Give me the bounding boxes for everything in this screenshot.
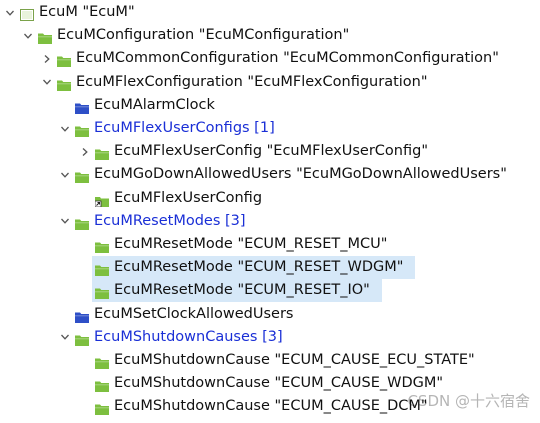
tree-item[interactable]: EcuMResetModes [3] xyxy=(0,210,540,233)
container-icon xyxy=(75,168,89,184)
container-icon xyxy=(75,331,89,346)
container-icon xyxy=(38,29,52,45)
tree-item[interactable]: EcuMShutdownCause "ECUM_CAUSE_ECU_STATE" xyxy=(0,349,540,372)
container-icon xyxy=(95,238,109,253)
chevron-down-icon[interactable] xyxy=(4,1,16,24)
chevron-right-icon[interactable] xyxy=(41,47,53,70)
tree-item-label: EcuMShutdownCauses [3] xyxy=(94,328,283,345)
tree-item-label: EcuMResetModes [3] xyxy=(94,212,246,229)
tree-item[interactable]: EcuMFlexUserConfigs [1] xyxy=(0,117,540,140)
tree-item-label: EcuMAlarmClock xyxy=(94,96,215,113)
tree-item-label: EcuMFlexConfiguration "EcuMFlexConfigura… xyxy=(76,73,428,90)
container-icon xyxy=(57,76,71,91)
chevron-down-icon[interactable] xyxy=(41,71,53,94)
container-icon xyxy=(95,145,109,161)
container-icon xyxy=(57,52,71,68)
tree-item-label: EcuMSetClockAllowedUsers xyxy=(94,305,294,322)
tree-item[interactable]: EcuMFlexUserConfig xyxy=(0,187,540,210)
tree-item[interactable]: EcuMAlarmClock xyxy=(0,94,540,117)
tree-item-label: EcuMFlexUserConfig "EcuMFlexUserConfig" xyxy=(114,143,428,160)
reference-icon xyxy=(94,192,109,207)
chevron-right-icon[interactable] xyxy=(79,140,91,163)
tree-item-label: EcuMConfiguration "EcuMConfiguration" xyxy=(57,27,350,44)
tree-item[interactable]: EcuMConfiguration "EcuMConfiguration" xyxy=(0,24,540,47)
tree-item[interactable]: EcuMResetMode "ECUM_RESET_MCU" xyxy=(0,233,540,256)
tree-item-label: EcuMFlexUserConfigs [1] xyxy=(94,120,275,136)
tree-item-label: EcuMResetMode "ECUM_RESET_IO" xyxy=(114,282,370,299)
tree-item[interactable]: EcuMResetMode "ECUM_RESET_IO" xyxy=(0,279,540,303)
tree-item[interactable]: EcuMShutdownCauses [3] xyxy=(0,326,540,349)
tree-item[interactable]: EcuMSetClockAllowedUsers xyxy=(0,303,540,326)
tree-item[interactable]: EcuMGoDownAllowedUsers "EcuMGoDownAllowe… xyxy=(0,163,540,186)
tree-item-label: EcuMGoDownAllowedUsers "EcuMGoDownAllowe… xyxy=(94,166,507,183)
tree-item-label: EcuMResetMode "ECUM_RESET_MCU" xyxy=(114,236,388,252)
chevron-down-icon[interactable] xyxy=(59,117,71,140)
container-icon xyxy=(75,122,89,137)
tree-item-label: EcuMShutdownCause "ECUM_CAUSE_DCM" xyxy=(114,398,428,415)
tree-item[interactable]: EcuM "EcuM" xyxy=(0,1,540,24)
container-icon xyxy=(95,261,109,277)
chevron-down-icon[interactable] xyxy=(22,24,34,47)
tree-item[interactable]: EcuMResetMode "ECUM_RESET_WDGM" xyxy=(0,256,540,280)
empty-container-icon xyxy=(75,308,89,323)
tree-item-label: EcuMResetMode "ECUM_RESET_WDGM" xyxy=(114,259,404,276)
tree-item[interactable]: EcuMFlexUserConfig "EcuMFlexUserConfig" xyxy=(0,140,540,163)
module-open-icon xyxy=(20,6,34,21)
chevron-down-icon[interactable] xyxy=(59,210,71,233)
tree-item-label: EcuMShutdownCause "ECUM_CAUSE_ECU_STATE" xyxy=(114,352,475,368)
chevron-down-icon[interactable] xyxy=(59,163,71,186)
tree-item-label: EcuMShutdownCause "ECUM_CAUSE_WDGM" xyxy=(114,375,444,392)
container-icon xyxy=(95,377,109,393)
container-icon xyxy=(75,215,89,230)
container-icon xyxy=(95,400,109,416)
container-icon xyxy=(95,354,109,369)
tree-item[interactable]: EcuMCommonConfiguration "EcuMCommonConfi… xyxy=(0,47,540,70)
tree-item-label: EcuMCommonConfiguration "EcuMCommonConfi… xyxy=(76,50,499,67)
empty-container-icon xyxy=(75,99,89,114)
tree-item-label: EcuMFlexUserConfig xyxy=(114,189,263,206)
tree-item-label: EcuM "EcuM" xyxy=(39,4,135,20)
tree-item[interactable]: EcuMFlexConfiguration "EcuMFlexConfigura… xyxy=(0,71,540,94)
container-icon xyxy=(95,284,109,300)
chevron-down-icon[interactable] xyxy=(59,326,71,349)
